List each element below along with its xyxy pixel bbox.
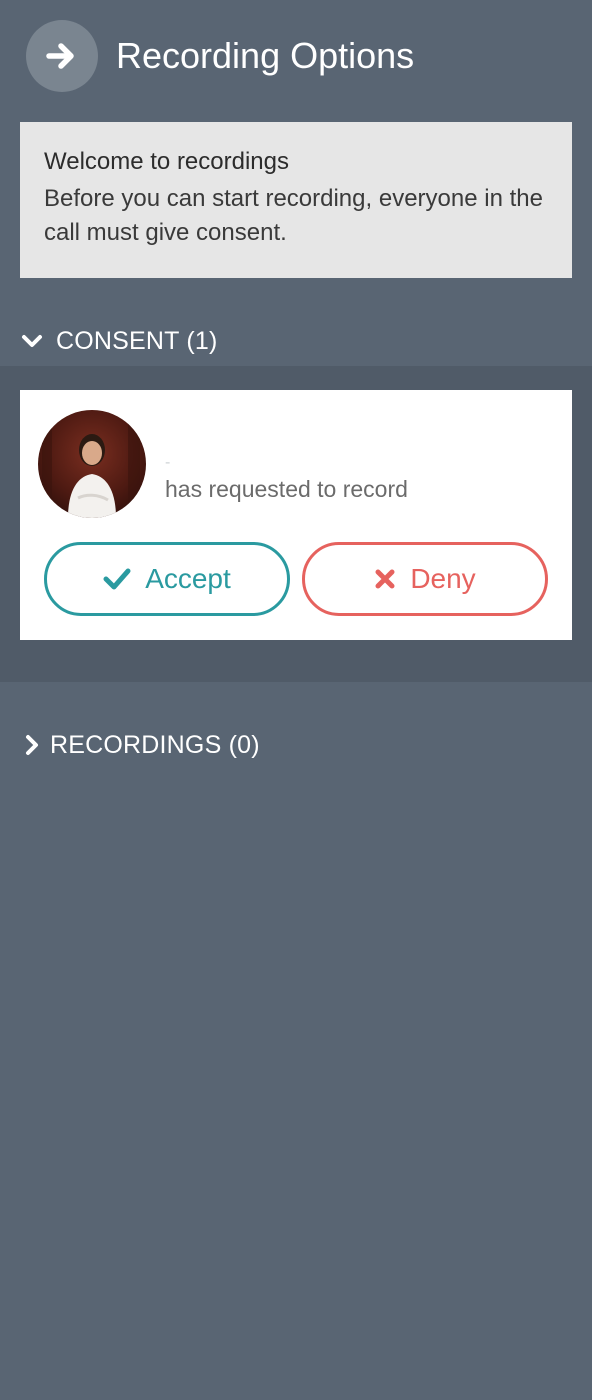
arrow-right-icon <box>46 43 74 69</box>
x-icon <box>374 568 396 590</box>
request-text: has requested to record <box>165 476 408 502</box>
recordings-section-label: RECORDINGS (0) <box>50 731 260 759</box>
consent-section-label: CONSENT (1) <box>56 327 218 355</box>
check-icon <box>103 567 131 591</box>
welcome-text: Before you can start recording, everyone… <box>44 185 543 246</box>
accept-button-label: Accept <box>145 563 231 594</box>
consent-section-toggle[interactable]: CONSENT (1) <box>20 322 217 360</box>
welcome-title: Welcome to recordings <box>44 148 289 175</box>
page-title: Recording Options <box>116 35 415 76</box>
welcome-notice: Welcome to recordings Before you can sta… <box>20 122 572 278</box>
chevron-down-icon <box>20 329 44 353</box>
requester-name: - <box>165 454 171 471</box>
chevron-right-icon <box>20 733 44 757</box>
panel-header: Recording Options <box>0 0 592 112</box>
accept-button[interactable]: Accept <box>44 542 290 616</box>
close-panel-button[interactable] <box>26 20 98 92</box>
avatar <box>38 410 146 518</box>
recordings-section-toggle[interactable]: RECORDINGS (0) <box>20 726 260 764</box>
deny-button-label: Deny <box>410 563 476 594</box>
deny-button[interactable]: Deny <box>302 542 548 616</box>
consent-request-card: - has requested to record Accept Deny <box>20 390 572 640</box>
